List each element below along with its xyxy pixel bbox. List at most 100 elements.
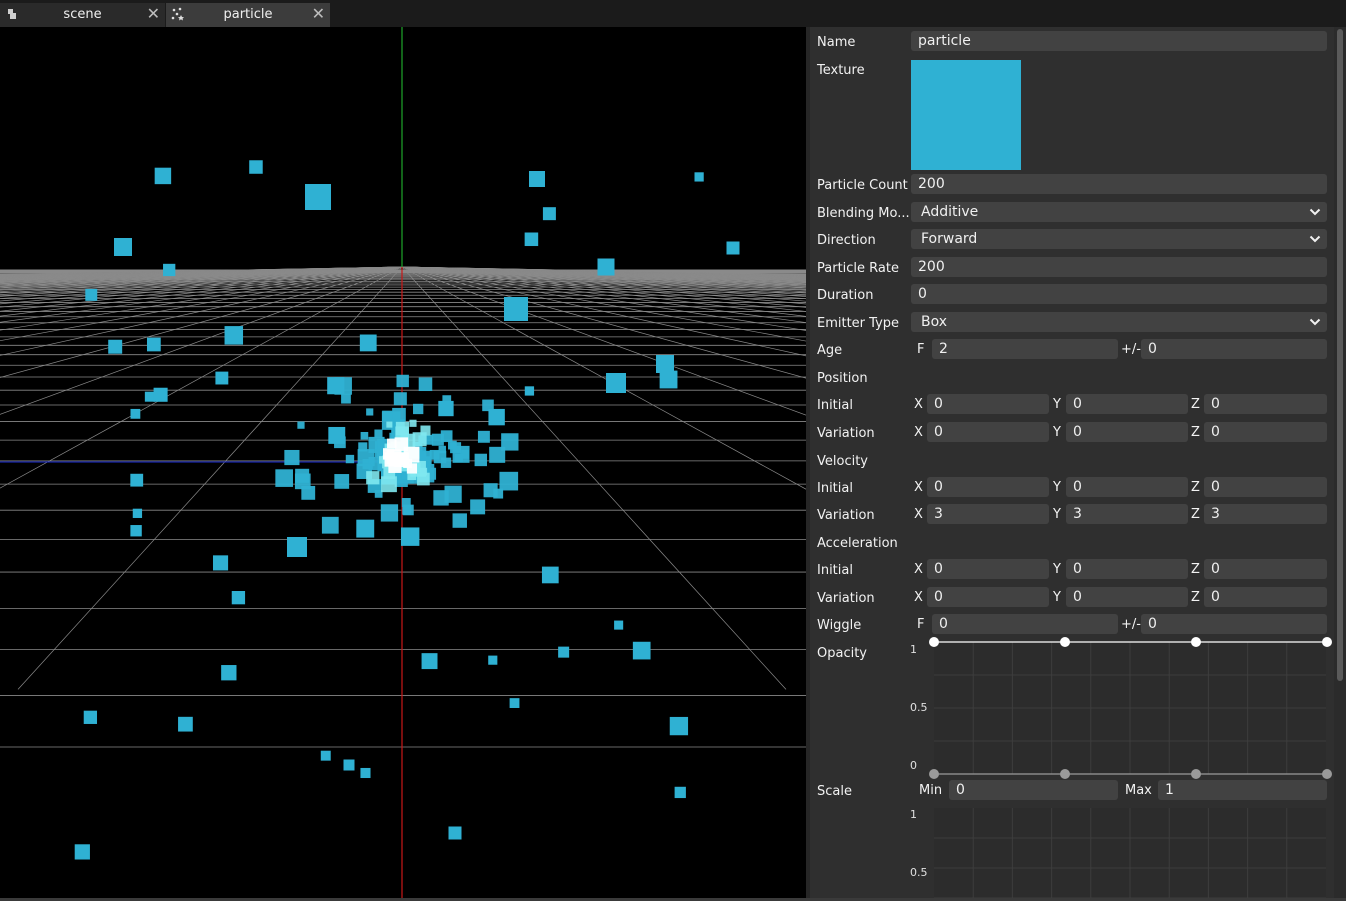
age-input[interactable]: 2 <box>932 339 1118 359</box>
position-initial-y-input[interactable]: 0 <box>1066 394 1188 414</box>
y-axis-label: Y <box>1053 562 1061 577</box>
particle <box>130 408 141 419</box>
particle-count-input[interactable]: 200 <box>911 174 1327 194</box>
direction-select[interactable]: Forward <box>911 229 1327 249</box>
position-variation-y-input[interactable]: 0 <box>1066 422 1188 442</box>
particle <box>132 508 143 518</box>
property-panel: Name particle Texture Particle Count 200… <box>810 27 1334 898</box>
acceleration-variation-z-input[interactable]: 0 <box>1204 587 1327 607</box>
velocity-initial-y-input[interactable]: 0 <box>1066 477 1188 497</box>
age-row: Age F 2 +/- 0 <box>810 339 1334 361</box>
particle <box>444 485 462 503</box>
panel-scrollbar[interactable] <box>1334 27 1346 898</box>
particle <box>659 370 678 389</box>
opacity-curve-editor[interactable] <box>928 635 1334 781</box>
name-input[interactable]: particle <box>911 31 1327 51</box>
particle <box>452 513 467 528</box>
particle <box>674 786 686 799</box>
particle <box>212 555 229 571</box>
name-row: Name particle <box>810 31 1334 53</box>
particle <box>343 759 355 771</box>
particle <box>403 504 414 516</box>
scale-min-input[interactable]: 0 <box>949 780 1118 800</box>
grid-line <box>401 266 806 278</box>
velocity-variation-z-input[interactable]: 3 <box>1204 504 1327 524</box>
viewport-3d[interactable] <box>0 27 806 898</box>
particle <box>221 665 237 681</box>
acceleration-initial-z-input[interactable]: 0 <box>1204 559 1327 579</box>
wiggle-variance-input[interactable]: 0 <box>1141 614 1327 634</box>
grid-line <box>401 266 806 281</box>
particle-count-row: Particle Count 200 <box>810 174 1334 196</box>
opacity-keyframe-handle[interactable] <box>1322 637 1332 647</box>
opacity-tick-1: 1 <box>910 643 917 656</box>
grid-line <box>401 266 806 280</box>
velocity-variation-y-input[interactable]: 3 <box>1066 504 1188 524</box>
grid-line <box>401 266 787 690</box>
position-variation-x-input[interactable]: 0 <box>927 422 1049 442</box>
acceleration-initial-y-input[interactable]: 0 <box>1066 559 1188 579</box>
acceleration-variation-x-input[interactable]: 0 <box>927 587 1049 607</box>
particle <box>440 430 453 443</box>
particle <box>470 499 486 515</box>
particle <box>448 826 462 840</box>
particle <box>163 263 176 277</box>
tab-particle[interactable]: particle ✕ <box>166 3 330 27</box>
tab-particle-label: particle <box>223 7 273 22</box>
acceleration-variation-row: Variation X 0 Y 0 Z 0 <box>810 587 1334 609</box>
opacity-keyframe-handle[interactable] <box>929 769 939 779</box>
emitter-type-select[interactable]: Box <box>911 312 1327 332</box>
grid-line <box>401 266 806 286</box>
particle <box>305 184 331 210</box>
age-variance-input[interactable]: 0 <box>1141 339 1327 359</box>
z-axis-label: Z <box>1191 480 1200 495</box>
grid-line <box>401 266 806 284</box>
particle <box>524 386 535 396</box>
opacity-keyframe-handle[interactable] <box>1191 637 1201 647</box>
particle <box>215 371 229 385</box>
scale-tick-1: 1 <box>910 808 917 821</box>
velocity-initial-x-input[interactable]: 0 <box>927 477 1049 497</box>
z-axis-label: Z <box>1191 397 1200 412</box>
particle <box>328 426 346 444</box>
texture-preview[interactable] <box>911 60 1021 170</box>
viewport-canvas[interactable] <box>0 27 806 898</box>
position-variation-z-input[interactable]: 0 <box>1204 422 1327 442</box>
particle <box>558 646 570 658</box>
close-icon[interactable]: ✕ <box>312 4 325 23</box>
tab-scene[interactable]: scene ✕ <box>0 3 165 27</box>
scrollbar-thumb[interactable] <box>1337 29 1343 681</box>
grid-line <box>401 266 806 323</box>
grid-line <box>401 266 806 297</box>
grid-line <box>401 266 806 280</box>
acceleration-initial-x-input[interactable]: 0 <box>927 559 1049 579</box>
scale-max-input[interactable]: 1 <box>1158 780 1327 800</box>
opacity-keyframe-handle[interactable] <box>1322 769 1332 779</box>
particle <box>597 258 615 276</box>
opacity-keyframe-handle[interactable] <box>1191 769 1201 779</box>
particle <box>504 297 528 321</box>
opacity-keyframe-handle[interactable] <box>1060 769 1070 779</box>
grid-line <box>401 266 806 331</box>
acceleration-variation-y-input[interactable]: 0 <box>1066 587 1188 607</box>
position-initial-x-input[interactable]: 0 <box>927 394 1049 414</box>
particle <box>321 516 339 534</box>
velocity-variation-x-input[interactable]: 3 <box>927 504 1049 524</box>
grid-line <box>401 266 806 288</box>
grid-line <box>401 266 806 357</box>
particle <box>488 655 498 665</box>
wiggle-input[interactable]: 0 <box>932 614 1118 634</box>
chevron-down-icon <box>1309 318 1321 326</box>
particle <box>421 653 438 670</box>
opacity-keyframe-handle[interactable] <box>929 637 939 647</box>
close-icon[interactable]: ✕ <box>147 4 160 23</box>
velocity-initial-z-input[interactable]: 0 <box>1204 477 1327 497</box>
particle <box>356 519 375 538</box>
position-initial-z-input[interactable]: 0 <box>1204 394 1327 414</box>
duration-input[interactable]: 0 <box>911 284 1327 304</box>
grid-line <box>401 266 806 379</box>
blending-mode-select[interactable]: Additive <box>911 202 1327 222</box>
opacity-keyframe-handle[interactable] <box>1060 637 1070 647</box>
particle-rate-input[interactable]: 200 <box>911 257 1327 277</box>
scale-curve-editor[interactable] <box>928 805 1334 898</box>
